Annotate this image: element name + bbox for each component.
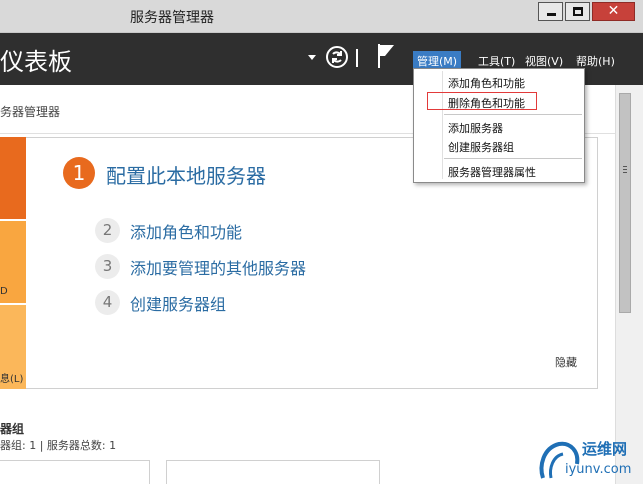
close-button[interactable]: ✕ <box>592 2 635 21</box>
step-add-roles-features[interactable]: 添加角色和功能 <box>130 219 242 243</box>
tile-quick-start[interactable] <box>0 137 26 219</box>
scrollbar-thumb[interactable] <box>619 93 631 313</box>
refresh-icon[interactable] <box>325 45 349 69</box>
watermark-text: 运维网 <box>582 440 628 458</box>
site-watermark: 运维网 iyunv.com <box>535 436 640 482</box>
server-group-card[interactable] <box>0 460 150 484</box>
dropdown-arrow-icon[interactable] <box>308 55 316 60</box>
maximize-button[interactable] <box>565 2 590 21</box>
window-titlebar: 服务器管理器 ✕ <box>0 0 643 33</box>
grip-icon <box>623 169 627 170</box>
menu-separator <box>444 158 582 159</box>
step-number: 4 <box>95 290 120 315</box>
maximize-icon <box>573 7 583 16</box>
page-title: 仪表板 <box>0 48 72 76</box>
step-add-other-servers[interactable]: 添加要管理的其他服务器 <box>130 255 306 279</box>
menu-item-remove-roles[interactable]: 删除角色和功能 <box>448 95 525 111</box>
step-number-main: 1 <box>63 157 95 189</box>
server-group-card[interactable] <box>166 460 380 484</box>
tile-label: D <box>0 286 8 297</box>
watermark-url: iyunv.com <box>565 462 632 477</box>
step-number: 2 <box>95 218 120 243</box>
window-controls: ✕ <box>536 2 635 21</box>
server-groups-title: 器组 <box>0 422 25 436</box>
step-number: 3 <box>95 254 120 279</box>
step-create-server-group[interactable]: 创建服务器组 <box>130 291 226 315</box>
hide-link[interactable]: 隐藏 <box>555 354 577 370</box>
tile-whats-new[interactable]: D <box>0 221 26 303</box>
minimize-button[interactable] <box>538 2 563 21</box>
tile-label: 息(L) <box>0 374 24 385</box>
grip-icon <box>623 172 627 173</box>
server-groups-stats: 器组: 1 | 服务器总数: 1 <box>0 439 117 452</box>
sidebar-tiles: D 息(L) <box>0 137 26 389</box>
menu-item-properties[interactable]: 服务器管理器属性 <box>448 164 536 180</box>
menu-item-add-servers[interactable]: 添加服务器 <box>448 120 503 136</box>
toolbar-separator <box>356 49 358 67</box>
menu-item-add-roles[interactable]: 添加角色和功能 <box>448 75 525 91</box>
manage-menu-dropdown: 添加角色和功能 删除角色和功能 添加服务器 创建服务器组 服务器管理器属性 <box>413 68 585 183</box>
menu-item-create-group[interactable]: 创建服务器组 <box>448 139 514 155</box>
step-configure-local-server[interactable]: 配置此本地服务器 <box>106 160 266 189</box>
window-title: 服务器管理器 <box>130 10 214 26</box>
tile-learn-more[interactable]: 息(L) <box>0 305 26 389</box>
menu-gutter <box>442 71 443 179</box>
flag-icon[interactable] <box>375 43 397 69</box>
menu-separator <box>444 114 582 115</box>
close-icon: ✕ <box>607 3 620 19</box>
minimize-icon <box>547 13 556 16</box>
vertical-scrollbar[interactable] <box>615 85 643 484</box>
breadcrumb: 务器管理器 <box>0 105 61 119</box>
grip-icon <box>623 166 627 167</box>
